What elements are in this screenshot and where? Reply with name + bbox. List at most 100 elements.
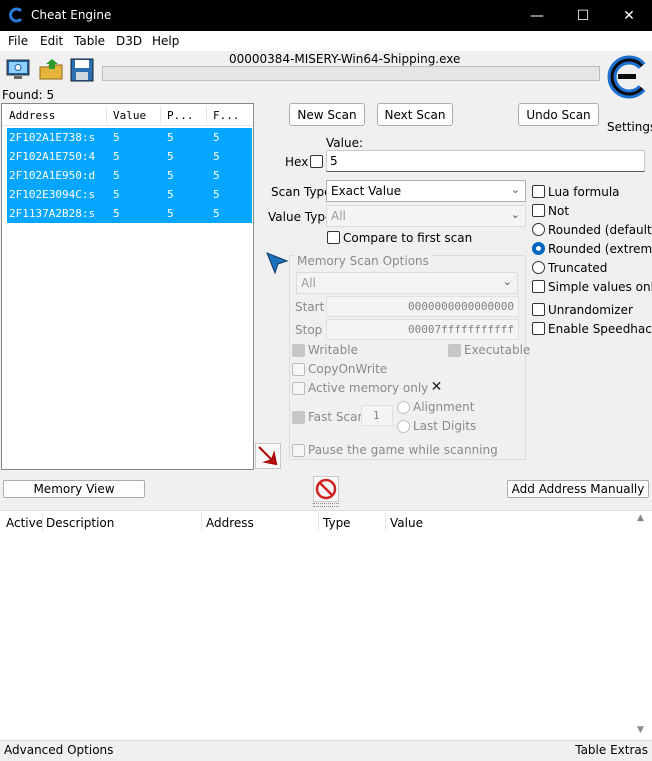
copy-to-list-button[interactable] <box>255 443 281 469</box>
scan-progress-bar <box>102 66 600 81</box>
address-table[interactable]: Active Description Address Type Value ▲ … <box>0 510 652 740</box>
col-previous[interactable]: P... <box>167 109 194 122</box>
start-label: Start <box>295 300 325 314</box>
lua-formula-checkbox[interactable] <box>532 185 545 198</box>
fast-scan-input[interactable]: 1 <box>361 405 393 426</box>
start-address-input[interactable]: 0000000000000000 <box>326 296 519 317</box>
last-digits-radio[interactable] <box>397 420 410 433</box>
settings-logo-icon[interactable] <box>604 52 650 102</box>
stop-label: Stop <box>295 323 323 337</box>
pause-game-checkbox[interactable] <box>292 444 305 457</box>
simple-values-label: Simple values only <box>548 280 652 294</box>
next-scan-button[interactable]: Next Scan <box>377 103 453 126</box>
process-name: 00000384-MISERY-Win64-Shipping.exe <box>229 52 461 66</box>
col-description[interactable]: Description <box>46 516 114 530</box>
maximize-button[interactable]: ☐ <box>560 0 606 31</box>
menu-bar: File Edit Table D3D Help <box>0 31 652 51</box>
chevron-down-icon: ⌄ <box>510 208 520 221</box>
minimize-button[interactable]: — <box>514 0 560 31</box>
rounded-extreme-radio[interactable] <box>532 242 545 255</box>
value-type-label: Value Type <box>268 210 333 224</box>
unrandomizer-checkbox[interactable] <box>532 303 545 316</box>
advanced-options[interactable]: Advanced Options <box>4 743 113 757</box>
truncated-label: Truncated <box>548 261 608 275</box>
executable-label: Executable <box>464 343 531 357</box>
scroll-up-icon[interactable]: ▲ <box>637 513 644 523</box>
found-row[interactable]: 2F1137A2B28:s 5 5 5 <box>7 204 252 223</box>
executable-checkbox[interactable] <box>448 344 461 357</box>
menu-edit[interactable]: Edit <box>40 34 63 48</box>
splitter-handle[interactable] <box>313 503 339 507</box>
col-address[interactable]: Address <box>206 516 254 530</box>
value-type-dropdown[interactable]: All ⌄ <box>326 205 526 227</box>
value-input[interactable]: 5 <box>326 150 645 172</box>
status-bar: Advanced Options Table Extras <box>0 740 652 761</box>
found-row[interactable]: 2F102E3094C:s 5 5 5 <box>7 185 252 204</box>
copy-on-write-label: CopyOnWrite <box>308 362 388 376</box>
rounded-extreme-label: Rounded (extreme) <box>548 242 652 256</box>
title-bar: Cheat Engine — ☐ ✕ <box>0 0 652 31</box>
rounded-default-radio[interactable] <box>532 223 545 236</box>
compare-first-label: Compare to first scan <box>343 231 473 245</box>
writable-label: Writable <box>308 343 358 357</box>
found-row[interactable]: 2F102A1E738:s 5 5 5 <box>7 128 252 147</box>
chevron-down-icon: ⌄ <box>502 275 512 288</box>
col-address[interactable]: Address <box>9 109 55 122</box>
menu-d3d[interactable]: D3D <box>116 34 142 48</box>
memory-scan-options-title: Memory Scan Options <box>295 254 431 268</box>
speedhack-label: Enable Speedhack <box>548 322 652 336</box>
value-label: Value: <box>326 136 363 150</box>
copy-on-write-checkbox[interactable] <box>292 363 305 376</box>
active-memory-label: Active memory only <box>308 381 429 395</box>
close-button[interactable]: ✕ <box>606 0 652 31</box>
compare-first-checkbox[interactable] <box>327 231 340 244</box>
stop-address-input[interactable]: 00007fffffffffff <box>326 319 519 340</box>
menu-help[interactable]: Help <box>152 34 179 48</box>
vertical-scrollbar[interactable]: ▲ ▼ <box>634 513 648 739</box>
last-digits-label: Last Digits <box>413 419 477 433</box>
col-type[interactable]: Type <box>323 516 351 530</box>
memory-region-dropdown[interactable]: All ⌄ <box>296 272 518 294</box>
table-extras[interactable]: Table Extras <box>575 743 648 757</box>
found-address-list[interactable]: Address Value P... F... 2F102A1E738:s 5 5 5… <box>1 103 254 470</box>
found-list-header: Address Value P... F... <box>2 104 253 126</box>
hex-label: Hex <box>285 155 309 169</box>
truncated-radio[interactable] <box>532 261 545 274</box>
alignment-label: Alignment <box>413 400 475 414</box>
scan-type-dropdown[interactable]: Exact Value ⌄ <box>326 180 526 202</box>
unrandomizer-label: Unrandomizer <box>548 303 633 317</box>
speedhack-checkbox[interactable] <box>532 322 545 335</box>
col-active[interactable]: Active <box>6 516 43 530</box>
new-scan-button[interactable]: New Scan <box>289 103 365 126</box>
open-process-icon[interactable] <box>5 57 31 83</box>
writable-checkbox[interactable] <box>292 344 305 357</box>
memory-view-button[interactable]: Memory View <box>3 480 145 498</box>
undo-scan-button[interactable]: Undo Scan <box>518 103 599 126</box>
settings-label[interactable]: Settings <box>607 120 652 134</box>
alignment-radio[interactable] <box>397 401 410 414</box>
col-first[interactable]: F... <box>213 109 240 122</box>
window-title: Cheat Engine <box>31 8 112 22</box>
hex-checkbox[interactable] <box>310 155 323 168</box>
col-value[interactable]: Value <box>113 109 146 122</box>
simple-values-checkbox[interactable] <box>532 280 545 293</box>
found-count: Found: 5 <box>2 88 55 102</box>
close-icon[interactable]: ✕ <box>428 379 445 396</box>
no-entry-icon[interactable] <box>313 476 339 502</box>
save-icon[interactable] <box>69 57 95 83</box>
add-address-button[interactable]: Add Address Manually <box>507 480 649 498</box>
menu-file[interactable]: File <box>8 34 28 48</box>
menu-table[interactable]: Table <box>74 34 105 48</box>
active-memory-checkbox[interactable] <box>292 382 305 395</box>
found-row[interactable]: 2F102A1E750:4 5 5 5 <box>7 147 252 166</box>
scroll-down-icon[interactable]: ▼ <box>637 725 644 735</box>
open-folder-icon[interactable] <box>38 57 64 83</box>
cheat-engine-logo-icon <box>9 7 23 23</box>
found-row[interactable]: 2F102A1E950:d 5 5 5 <box>7 166 252 185</box>
rounded-default-label: Rounded (default) <box>548 223 652 237</box>
col-value[interactable]: Value <box>390 516 423 530</box>
lua-formula-label: Lua formula <box>548 185 620 199</box>
pointer-arrow-icon[interactable] <box>265 251 289 275</box>
not-checkbox[interactable] <box>532 204 545 217</box>
fast-scan-checkbox[interactable] <box>292 411 305 424</box>
